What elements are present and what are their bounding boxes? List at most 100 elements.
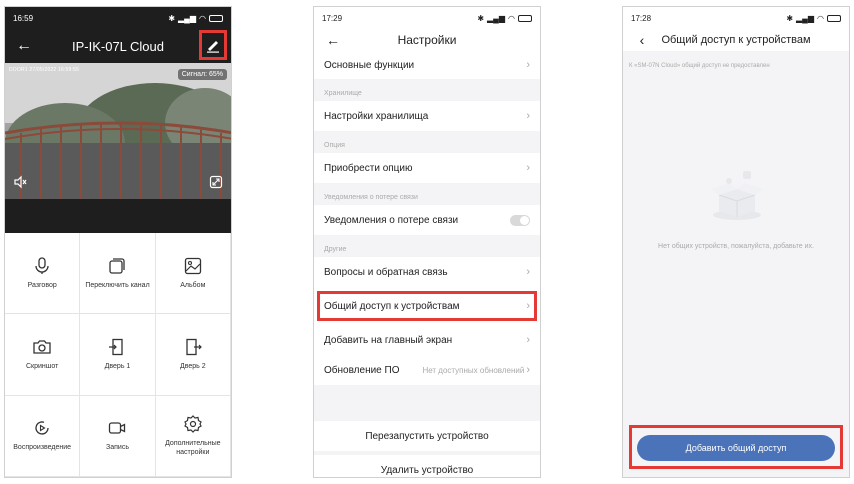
tile-label: Запись (106, 444, 129, 452)
switch-channel-tile[interactable]: Переключить канал (80, 233, 156, 315)
video-timestamp: DOOR1 27/05/2022 16:59:55 (9, 67, 80, 73)
add-share-button[interactable]: Добавить общий доступ (637, 435, 835, 461)
settings-row-basic[interactable]: Основные функции › (314, 51, 540, 79)
settings-row-storage[interactable]: Настройки хранилища › (314, 101, 540, 131)
wifi-icon: ◠ (508, 13, 515, 23)
section-header: Хранилище (324, 90, 362, 97)
settings-list: Основные функции › Хранилище Настройки х… (314, 51, 540, 385)
status-time: 16:59 (13, 13, 34, 23)
tile-label: Дверь 1 (104, 363, 131, 371)
pencil-icon (207, 41, 219, 53)
wifi-icon: ◠ (817, 13, 824, 23)
device-header: ← IP-IK-07L Cloud (5, 29, 231, 63)
phone-device-view: 16:59 ✱ ▂▄▆ ◠ ← IP-IK-07L Cloud DOOR1 27… (4, 6, 232, 478)
delete-device-button[interactable]: Удалить устройство (314, 455, 540, 477)
section-header: Опция (324, 142, 345, 149)
status-icons: ✱ ▂▄▆ ◠ (477, 14, 532, 23)
phone-settings-view: 17:29 ✱ ▂▄▆ ◠ ← Настройки Основные функц… (313, 6, 541, 478)
playback-tile[interactable]: Воспроизведение (5, 395, 81, 477)
wifi-icon: ◠ (199, 13, 206, 23)
status-time: 17:28 (631, 13, 652, 23)
row-label: Уведомления о потере связи (324, 214, 459, 226)
album-tile[interactable]: Альбом (155, 233, 231, 315)
arrow-left-icon[interactable]: ← (324, 31, 342, 49)
status-bar: 16:59 ✱ ▂▄▆ ◠ (5, 7, 231, 29)
row-label: Приобрести опцию (324, 162, 413, 174)
door-icon (186, 338, 202, 356)
video-scene (5, 63, 231, 199)
chevron-right-icon: › (526, 364, 530, 376)
tile-label: Дополнительные настройки (165, 440, 221, 456)
share-header: ‹ Общий доступ к устройствам (623, 29, 849, 51)
battery-icon (827, 14, 841, 22)
row-label: Настройки хранилища (324, 110, 429, 122)
chevron-right-icon: › (526, 162, 530, 174)
row-label: Вопросы и обратная связь (324, 266, 448, 278)
chevron-left-icon[interactable]: ‹ (633, 31, 651, 49)
settings-row-notify: Уведомления о потере связи (314, 205, 540, 235)
signal-icon: ▂▄▆ (796, 13, 815, 23)
restart-device-button[interactable]: Перезапустить устройство (314, 421, 540, 451)
door-2-tile[interactable]: Дверь 2 (155, 314, 231, 396)
row-label: Основные функции (324, 59, 415, 71)
speaker-mute-icon[interactable] (13, 175, 27, 189)
talk-tile[interactable]: Разговор (5, 233, 81, 315)
camera-icon (33, 340, 51, 354)
settings-icon (184, 415, 202, 433)
edit-button[interactable] (199, 30, 227, 60)
device-actions: Перезапустить устройство Удалить устройс… (314, 421, 540, 477)
status-bar: 17:29 ✱ ▂▄▆ ◠ (314, 7, 540, 29)
door-1-tile[interactable]: Дверь 1 (80, 314, 156, 396)
tile-label: Скриншот (25, 363, 59, 371)
phone-share-view: 17:28 ✱ ▂▄▆ ◠ ‹ Общий доступ к устройств… (622, 6, 850, 478)
page-title: IP-IK-07L Cloud (71, 38, 164, 54)
screenshot-tile[interactable]: Скриншот (5, 314, 81, 396)
tile-label: Воспроизведение (13, 444, 72, 452)
chevron-right-icon: › (526, 59, 530, 71)
settings-row-firmware[interactable]: Обновление ПО Нет доступных обновлений › (314, 355, 540, 385)
advanced-settings-tile[interactable]: Дополнительные настройки (155, 395, 231, 477)
chevron-right-icon: › (526, 334, 530, 346)
settings-row-home-screen[interactable]: Добавить на главный экран › (314, 325, 540, 355)
battery-icon (518, 14, 532, 22)
bluetooth-icon: ✱ (168, 13, 176, 23)
switch-channel-icon (109, 258, 126, 274)
chevron-right-icon: › (526, 266, 530, 278)
video-bottom-bar (5, 199, 231, 233)
chevron-right-icon: › (526, 110, 530, 122)
section-header: Уведомления о потере связи (324, 194, 418, 201)
section-header: Другие (324, 246, 347, 253)
status-icons: ✱ ▂▄▆ ◠ (786, 14, 841, 23)
empty-box-icon (711, 171, 763, 220)
row-label: Обновление ПО (324, 364, 400, 376)
record-icon (109, 422, 126, 435)
microphone-icon (35, 257, 49, 274)
door-icon (109, 338, 124, 356)
signal-icon: ▂▄▆ (487, 13, 506, 23)
tile-label: Разговор (27, 281, 57, 289)
share-info-text: К «SM-07N Cloud» общий доступ не предост… (629, 63, 770, 69)
firmware-status: Нет доступных обновлений › (422, 364, 530, 376)
camera-video-feed[interactable]: DOOR1 27/05/2022 16:59:55 Сигнал: 65% (5, 63, 231, 199)
settings-header: ← Настройки (314, 29, 540, 51)
tile-label: Дверь 2 (180, 363, 206, 371)
tile-label: Альбом (180, 281, 206, 289)
settings-row-share[interactable]: Общий доступ к устройствам › (314, 291, 540, 321)
settings-row-faq[interactable]: Вопросы и обратная связь › (314, 257, 540, 287)
notify-toggle[interactable] (510, 214, 530, 226)
tile-label: Переключить канал (85, 281, 150, 289)
arrow-left-icon[interactable]: ← (13, 35, 35, 57)
empty-state-message: Нет общих устройств, пожалуйста, добавьт… (658, 243, 814, 250)
signal-strength-badge: Сигнал: 65% (177, 69, 227, 80)
fullscreen-icon[interactable] (209, 175, 223, 189)
page-title: Общий доступ к устройствам (661, 34, 811, 46)
chevron-right-icon: › (526, 300, 530, 312)
album-icon (184, 257, 201, 274)
status-icons: ✱ ▂▄▆ ◠ (168, 14, 223, 23)
settings-row-buy-option[interactable]: Приобрести опцию › (314, 153, 540, 183)
firmware-status-text: Нет доступных обновлений (422, 365, 525, 375)
status-time: 17:29 (322, 13, 343, 23)
bluetooth-icon: ✱ (786, 13, 794, 23)
row-label: Добавить на главный экран (324, 334, 453, 346)
record-tile[interactable]: Запись (80, 395, 156, 477)
